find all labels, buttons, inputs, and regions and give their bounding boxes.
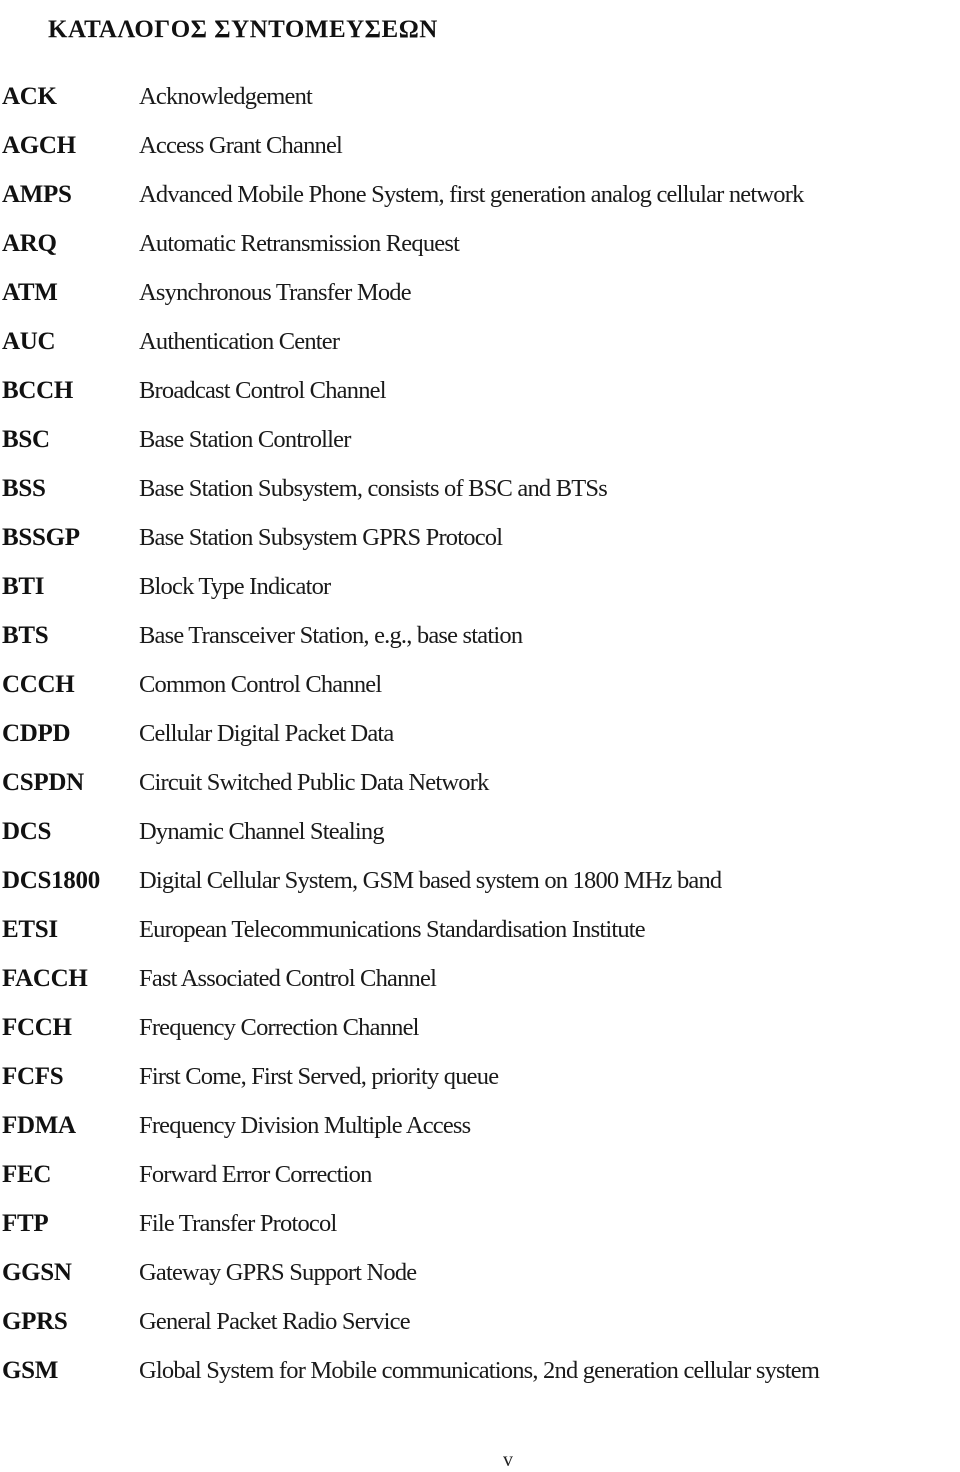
abbreviation-row: ETSI European Telecommunications Standard…	[2, 911, 960, 960]
abbreviation-term: CSPDN	[2, 769, 84, 796]
abbreviation-definition: Global System for Mobile communications,…	[139, 1357, 820, 1384]
abbreviation-definition: Common Control Channel	[139, 671, 382, 698]
abbreviation-definition: Authentication Center	[139, 328, 340, 355]
abbreviation-row: FEC Forward Error Correction	[2, 1156, 960, 1205]
abbreviation-definition: Fast Associated Control Channel	[139, 965, 437, 992]
abbreviation-row: CCCH Common Control Channel	[2, 666, 960, 715]
abbreviation-term: FDMA	[2, 1112, 76, 1139]
abbreviation-term: FCCH	[2, 1014, 72, 1041]
abbreviation-row: FACCH Fast Associated Control Channel	[2, 960, 960, 1009]
abbreviation-row: AUC Authentication Center	[2, 323, 960, 372]
abbreviation-definition: Base Station Subsystem GPRS Protocol	[139, 524, 503, 551]
abbreviation-term: AMPS	[2, 181, 72, 208]
abbreviation-definition: Base Station Subsystem, consists of BSC …	[139, 475, 608, 502]
page-title: ΚΑΤΑΛΟΓΟΣ ΣΥΝΤΟΜΕΥΣΕΩΝ	[48, 15, 438, 43]
abbreviation-row: DCS1800 Digital Cellular System, GSM base…	[2, 862, 960, 911]
abbreviation-row: BSS Base Station Subsystem, consists of B…	[2, 470, 960, 519]
abbreviation-row: FCFS First Come, First Served, priority q…	[2, 1058, 960, 1107]
abbreviation-row: FDMA Frequency Division Multiple Access	[2, 1107, 960, 1156]
abbreviation-term: ETSI	[2, 916, 58, 943]
abbreviation-row: ACK Acknowledgement	[2, 78, 960, 127]
abbreviation-term: GSM	[2, 1357, 59, 1384]
abbreviation-row: BTI Block Type Indicator	[2, 568, 960, 617]
abbreviation-row: CDPD Cellular Digital Packet Data	[2, 715, 960, 764]
abbreviation-term: BSC	[2, 426, 50, 453]
abbreviation-term: CCCH	[2, 671, 75, 698]
abbreviation-definition: Acknowledgement	[139, 83, 313, 110]
abbreviation-definition: Advanced Mobile Phone System, first gene…	[139, 181, 804, 208]
abbreviation-row: GPRS General Packet Radio Service	[2, 1303, 960, 1352]
abbreviation-term: GPRS	[2, 1308, 68, 1335]
abbreviation-definition: Base Transceiver Station, e.g., base sta…	[139, 622, 523, 649]
abbreviation-definition: Asynchronous Transfer Mode	[139, 279, 412, 306]
abbreviation-term: ACK	[2, 83, 57, 110]
abbreviation-definition: Base Station Controller	[139, 426, 351, 453]
abbreviation-term: BTI	[2, 573, 45, 600]
page-number: v	[503, 1449, 513, 1471]
abbreviation-definition: Automatic Retransmission Request	[139, 230, 460, 257]
abbreviation-term: CDPD	[2, 720, 71, 747]
abbreviation-row: FCCH Frequency Correction Channel	[2, 1009, 960, 1058]
abbreviation-definition: Access Grant Channel	[139, 132, 343, 159]
abbreviation-term: FACCH	[2, 965, 88, 992]
abbreviation-row: ATM Asynchronous Transfer Mode	[2, 274, 960, 323]
abbreviation-term: FTP	[2, 1210, 49, 1237]
abbreviation-term: AGCH	[2, 132, 76, 159]
abbreviation-row: BTS Base Transceiver Station, e.g., base …	[2, 617, 960, 666]
abbreviation-term: BSS	[2, 475, 46, 502]
abbreviation-definition: Frequency Correction Channel	[139, 1014, 419, 1041]
abbreviation-term: GGSN	[2, 1259, 72, 1286]
abbreviation-list: ACK Acknowledgement AGCH Access Grant Chann…	[2, 78, 960, 1401]
abbreviation-definition: General Packet Radio Service	[139, 1308, 411, 1335]
abbreviation-term: BCCH	[2, 377, 74, 404]
abbreviation-definition: European Telecommunications Standardisat…	[139, 916, 646, 943]
abbreviation-term: FEC	[2, 1161, 52, 1188]
abbreviation-definition: Digital Cellular System, GSM based syste…	[139, 867, 722, 894]
abbreviation-row: BCCH Broadcast Control Channel	[2, 372, 960, 421]
abbreviation-term: ARQ	[2, 230, 57, 257]
abbreviation-definition: Circuit Switched Public Data Network	[139, 769, 489, 796]
abbreviation-term: AUC	[2, 328, 56, 355]
abbreviation-term: BTS	[2, 622, 49, 649]
abbreviation-definition: Frequency Division Multiple Access	[139, 1112, 471, 1139]
abbreviation-row: DCS Dynamic Channel Stealing	[2, 813, 960, 862]
abbreviation-row: BSSGP Base Station Subsystem GPRS Protoco…	[2, 519, 960, 568]
abbreviation-definition: Cellular Digital Packet Data	[139, 720, 394, 747]
abbreviation-term: FCFS	[2, 1063, 64, 1090]
abbreviation-definition: Dynamic Channel Stealing	[139, 818, 385, 845]
abbreviation-row: FTP File Transfer Protocol	[2, 1205, 960, 1254]
abbreviation-definition: Forward Error Correction	[139, 1161, 372, 1188]
abbreviation-row: ARQ Automatic Retransmission Request	[2, 225, 960, 274]
abbreviation-term: DCS	[2, 818, 52, 845]
abbreviation-definition: File Transfer Protocol	[139, 1210, 337, 1237]
abbreviation-term: DCS1800	[2, 867, 100, 894]
abbreviation-row: GSM Global System for Mobile communicatio…	[2, 1352, 960, 1401]
abbreviation-term: ATM	[2, 279, 58, 306]
abbreviation-definition: Block Type Indicator	[139, 573, 331, 600]
abbreviation-definition: Gateway GPRS Support Node	[139, 1259, 417, 1286]
abbreviation-row: BSC Base Station Controller	[2, 421, 960, 470]
abbreviation-term: BSSGP	[2, 524, 80, 551]
abbreviation-definition: Broadcast Control Channel	[139, 377, 387, 404]
abbreviation-row: AMPS Advanced Mobile Phone System, first …	[2, 176, 960, 225]
abbreviation-row: AGCH Access Grant Channel	[2, 127, 960, 176]
abbreviation-definition: First Come, First Served, priority queue	[139, 1063, 499, 1090]
abbreviation-row: CSPDN Circuit Switched Public Data Networ…	[2, 764, 960, 813]
abbreviation-row: GGSN Gateway GPRS Support Node	[2, 1254, 960, 1303]
